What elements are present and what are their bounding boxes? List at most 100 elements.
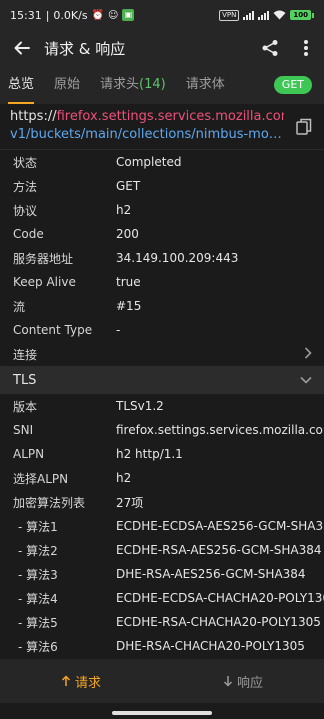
status-speed: 0.0K/s bbox=[53, 8, 88, 22]
tab-request-headers[interactable]: 请求头(14) bbox=[100, 66, 166, 104]
chevron-down-icon bbox=[300, 373, 312, 388]
app-bar: 请求 & 响应 bbox=[0, 30, 324, 66]
battery-icon: 100 bbox=[290, 10, 314, 20]
row-value: #15 bbox=[116, 299, 142, 313]
back-arrow-icon bbox=[14, 41, 30, 55]
row-cipher-2: - 算法2 ECDHE-RSA-AES256-GCM-SHA384 bbox=[0, 538, 324, 562]
tab-request-headers-label: 请求头 bbox=[100, 77, 140, 92]
row-key: - 算法3 bbox=[18, 567, 58, 582]
row-value: DHE-RSA-AES256-GCM-SHA384 bbox=[116, 567, 306, 581]
status-time: 15:31 bbox=[10, 8, 42, 22]
row-value: true bbox=[116, 275, 141, 289]
row-value: DHE-RSA-CHACHA20-POLY1305 bbox=[116, 639, 305, 653]
signal-icon-2 bbox=[258, 10, 270, 20]
signal-icon bbox=[243, 10, 255, 20]
row-value: h2 bbox=[116, 471, 132, 485]
tab-request-headers-count: (14) bbox=[139, 77, 166, 92]
tls-section-title: TLS bbox=[13, 372, 37, 388]
page-title: 请求 & 响应 bbox=[44, 39, 126, 58]
row-cipher-5: - 算法5 ECDHE-RSA-CHACHA20-POLY1305 bbox=[0, 610, 324, 634]
arrow-down-icon bbox=[223, 676, 233, 687]
home-indicator[interactable] bbox=[112, 711, 212, 715]
back-button[interactable] bbox=[0, 30, 44, 66]
row-key: Content Type bbox=[13, 323, 93, 337]
row-tls-version: 版本 TLSv1.2 bbox=[0, 394, 324, 418]
row-cipher-3: - 算法3 DHE-RSA-AES256-GCM-SHA384 bbox=[0, 562, 324, 586]
row-key: ALPN bbox=[13, 447, 45, 461]
copy-url-button[interactable] bbox=[296, 118, 312, 136]
row-key: 方法 bbox=[13, 179, 38, 194]
url-host: firefox.settings.services.mozilla.com bbox=[56, 109, 284, 124]
row-code: Code 200 bbox=[0, 222, 324, 246]
row-key: 版本 bbox=[13, 399, 38, 414]
row-key: - 算法2 bbox=[18, 543, 58, 558]
arrow-up-icon bbox=[61, 675, 71, 686]
row-key: 状态 bbox=[13, 155, 38, 170]
row-value: h2 http/1.1 bbox=[116, 447, 183, 461]
status-separator: | bbox=[45, 8, 50, 22]
row-value: 27项 bbox=[116, 495, 144, 510]
row-value: 200 bbox=[116, 227, 139, 241]
tab-bar: 总览 原始 请求头(14) 请求体 GET bbox=[0, 66, 324, 104]
url-block: https://firefox.settings.services.mozill… bbox=[0, 104, 324, 150]
request-button[interactable]: 请求 bbox=[0, 659, 162, 703]
status-bar: 15:31 | 0.0K/s ⏰ ☺ ▣ VPN 100 bbox=[0, 0, 324, 30]
url-path: v1/buckets/main/collections/nimbus-mobil… bbox=[10, 127, 284, 142]
tab-request-body[interactable]: 请求体 bbox=[186, 66, 225, 104]
vpn-badge: VPN bbox=[219, 9, 240, 21]
row-content-type: Content Type - bbox=[0, 318, 324, 342]
row-cipher-4: - 算法4 ECDHE-ECDSA-CHACHA20-POLY1305 bbox=[0, 586, 324, 610]
row-value: ECDHE-ECDSA-AES256-GCM-SHA384 bbox=[116, 519, 324, 533]
row-key: - 算法1 bbox=[18, 519, 58, 534]
more-button[interactable] bbox=[288, 30, 324, 66]
wifi-icon bbox=[273, 10, 286, 20]
alarm-icon: ⏰ bbox=[91, 9, 105, 21]
url-line-1: https://firefox.settings.services.mozill… bbox=[10, 108, 284, 126]
row-sni: SNI firefox.settings.services.mozilla.com bbox=[0, 418, 324, 442]
row-value: TLSv1.2 bbox=[116, 399, 164, 413]
row-value: 34.149.100.209:443 bbox=[116, 251, 239, 265]
url-scheme: https:// bbox=[10, 109, 57, 124]
row-value: - bbox=[116, 323, 121, 337]
row-value: ECDHE-RSA-CHACHA20-POLY1305 bbox=[116, 615, 321, 629]
row-key: 流 bbox=[13, 299, 26, 314]
row-key: - 算法6 bbox=[18, 639, 58, 654]
row-value: ECDHE-RSA-AES256-GCM-SHA384 bbox=[116, 543, 322, 557]
row-cipher-6: - 算法6 DHE-RSA-CHACHA20-POLY1305 bbox=[0, 634, 324, 658]
row-stream: 流 #15 bbox=[0, 294, 324, 318]
row-alpn: ALPN h2 http/1.1 bbox=[0, 442, 324, 466]
method-badge: GET bbox=[273, 76, 312, 94]
row-value: h2 bbox=[116, 203, 132, 217]
row-keep-alive: Keep Alive true bbox=[0, 270, 324, 294]
row-key: Code bbox=[13, 227, 44, 241]
row-selected-alpn: 选择ALPN h2 bbox=[0, 466, 324, 490]
response-button[interactable]: 响应 bbox=[162, 659, 324, 703]
tls-section-header[interactable]: TLS bbox=[0, 366, 324, 394]
row-key: 服务器地址 bbox=[13, 251, 74, 266]
row-key: - 算法5 bbox=[18, 615, 58, 630]
battery-level: 100 bbox=[290, 10, 311, 20]
row-method: 方法 GET bbox=[0, 174, 324, 198]
connection-row[interactable]: 连接 bbox=[0, 342, 324, 366]
row-protocol: 协议 h2 bbox=[0, 198, 324, 222]
row-cipher-list: 加密算法列表 27项 bbox=[0, 490, 324, 514]
details-list: 状态 Completed 方法 GET 协议 h2 Code 200 服务器地址 34.1… bbox=[0, 150, 324, 658]
share-button[interactable] bbox=[252, 30, 288, 66]
row-value: Completed bbox=[116, 155, 182, 169]
row-key: 加密算法列表 bbox=[13, 495, 86, 510]
row-key: - 算法4 bbox=[18, 591, 58, 606]
bottom-bar: 请求 响应 bbox=[0, 659, 324, 703]
tab-overview[interactable]: 总览 bbox=[8, 66, 35, 104]
tab-raw[interactable]: 原始 bbox=[54, 66, 80, 104]
row-key: 选择ALPN bbox=[13, 471, 69, 486]
chevron-right-icon bbox=[304, 346, 312, 362]
row-value: ECDHE-ECDSA-CHACHA20-POLY1305 bbox=[116, 591, 324, 605]
app-notification-icon: ▣ bbox=[122, 9, 135, 21]
request-label: 请求 bbox=[74, 675, 101, 691]
row-key: Keep Alive bbox=[13, 275, 76, 289]
row-value: firefox.settings.services.mozilla.com bbox=[116, 423, 324, 437]
copy-icon bbox=[296, 118, 312, 135]
row-key: SNI bbox=[13, 423, 34, 437]
row-key: 协议 bbox=[13, 203, 38, 218]
share-icon bbox=[262, 40, 278, 56]
